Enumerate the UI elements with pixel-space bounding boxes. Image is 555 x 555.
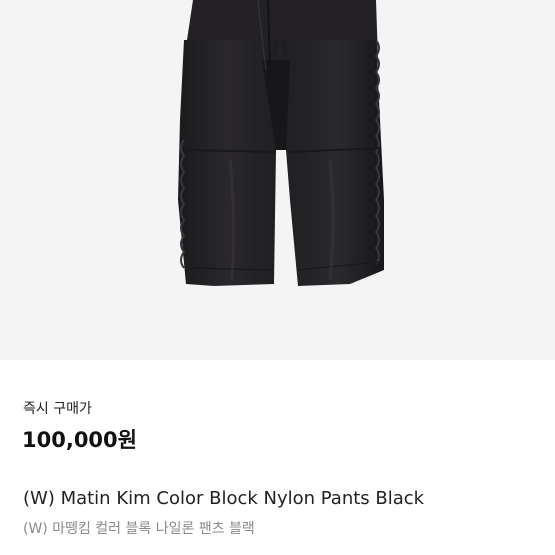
product-title-korean: (W) 마뗑킴 컬러 블록 나일론 팬츠 블랙 <box>23 521 255 537</box>
product-image[interactable] <box>0 0 555 360</box>
product-info: 즉시 구매가 100,000원 (W) Matin Kim Color Bloc… <box>0 360 555 555</box>
product-title-english[interactable]: (W) Matin Kim Color Block Nylon Pants Bl… <box>23 488 424 509</box>
product-detail-page: 즉시 구매가 100,000원 (W) Matin Kim Color Bloc… <box>0 0 555 555</box>
instant-buy-price-label: 즉시 구매가 <box>23 401 92 417</box>
pants-photo-icon <box>178 0 384 286</box>
price-value: 100,000원 <box>22 428 137 452</box>
